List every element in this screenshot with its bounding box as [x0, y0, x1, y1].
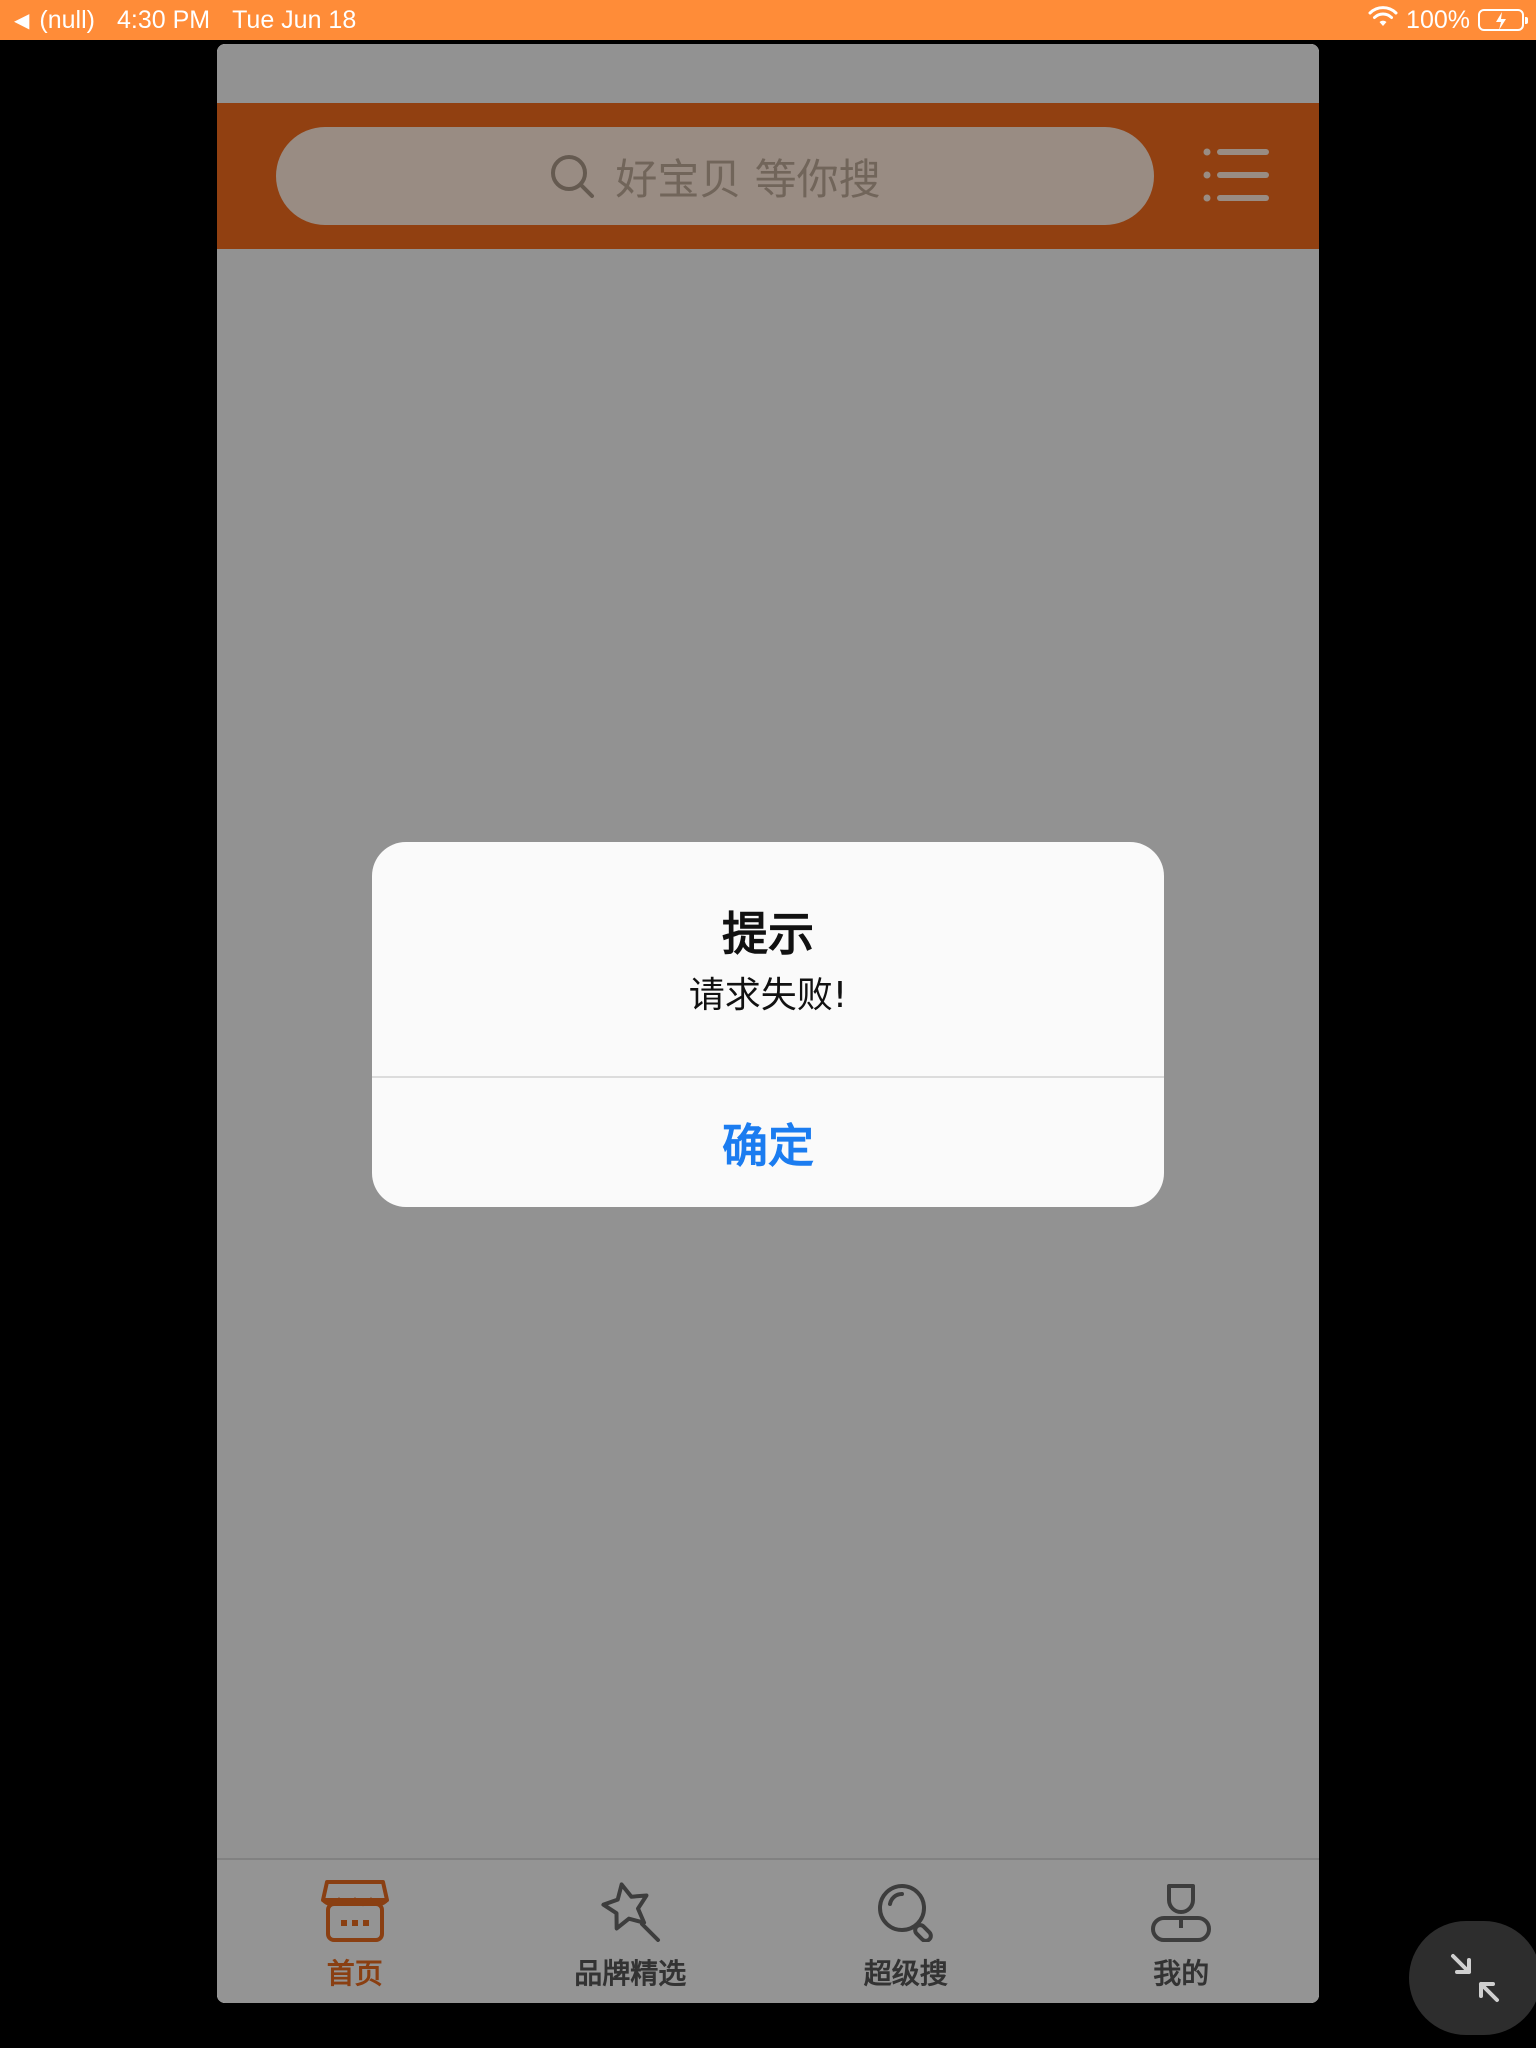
battery-charging-icon [1478, 9, 1528, 31]
wifi-icon [1368, 5, 1398, 35]
status-bar-right: 100% [1368, 0, 1528, 40]
alert-dialog: 提示 请求失败! 确定 [372, 842, 1164, 1207]
alert-message: 请求失败! [688, 975, 848, 1016]
system-status-bar: ◀ (null) 4:30 PM Tue Jun 18 100% [0, 0, 1536, 40]
back-arrow-icon[interactable]: ◀ [14, 8, 29, 33]
shrink-button-circle[interactable] [1409, 1921, 1536, 2035]
alert-confirm-button[interactable]: 确定 [372, 1078, 1164, 1207]
floating-shrink-button[interactable] [1408, 1920, 1536, 2036]
status-bar-left: ◀ (null) 4:30 PM Tue Jun 18 [14, 0, 378, 40]
shrink-arrows-icon [1451, 1954, 1499, 2002]
back-app-label[interactable]: (null) [39, 6, 95, 35]
alert-title: 提示 [722, 907, 814, 961]
status-time: 4:30 PM [116, 5, 211, 34]
status-date: Tue Jun 18 [232, 5, 357, 34]
battery-percent: 100% [1406, 5, 1470, 34]
